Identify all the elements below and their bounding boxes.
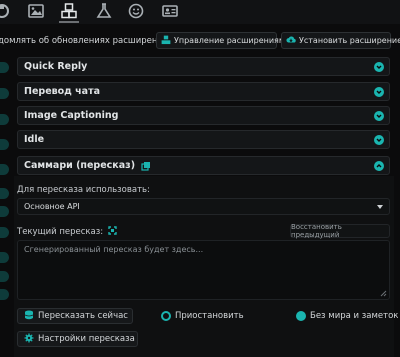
smile-icon[interactable] bbox=[128, 3, 144, 19]
no-world-info-checkbox[interactable]: Без мира и заметок bbox=[296, 311, 398, 321]
summary-settings-button[interactable]: Настройки пересказа bbox=[17, 331, 138, 347]
chevron-down-icon[interactable] bbox=[374, 135, 384, 145]
drawer-quick-reply[interactable]: Quick Reply bbox=[17, 57, 390, 76]
flask-icon[interactable] bbox=[96, 3, 112, 19]
chevron-down-icon[interactable] bbox=[374, 111, 384, 121]
drawer-title: Перевод чата bbox=[24, 86, 101, 97]
cloud-download-icon bbox=[286, 35, 296, 47]
rail-chevron[interactable] bbox=[0, 139, 9, 150]
summary-settings-label: Настройки пересказа bbox=[38, 334, 135, 344]
filled-circle-icon[interactable] bbox=[296, 311, 306, 321]
drawer-image-captioning[interactable]: Image Captioning bbox=[17, 106, 390, 125]
rail-chevron[interactable] bbox=[0, 164, 9, 175]
summary-source-value: Основное API bbox=[24, 202, 80, 211]
cubes-icon bbox=[161, 35, 171, 47]
expand-icon[interactable] bbox=[108, 226, 117, 235]
drawer-chat-translation[interactable]: Перевод чата bbox=[17, 82, 390, 101]
manage-extensions-label: Управление расширениями bbox=[174, 36, 291, 45]
current-summary-text: Текущий пересказ: bbox=[17, 227, 104, 237]
drawer-title: Саммари (пересказ) bbox=[24, 160, 136, 171]
pause-checkbox[interactable]: Приостановить bbox=[161, 311, 244, 321]
drawer-summarize[interactable]: Саммари (пересказ) bbox=[17, 156, 390, 175]
install-extension-button[interactable]: Установить расширение bbox=[281, 32, 400, 49]
manage-extensions-button[interactable]: Управление расширениями bbox=[156, 32, 290, 49]
no-world-info-label: Без мира и заметок bbox=[310, 311, 399, 321]
cubes-icon[interactable] bbox=[59, 3, 79, 23]
rail-chevron[interactable] bbox=[0, 252, 9, 263]
rail-chevron[interactable] bbox=[0, 289, 9, 300]
notify-updates-label[interactable]: домлять об обновлениях расширений bbox=[0, 36, 168, 46]
summary-source-select[interactable]: Основное API bbox=[17, 198, 390, 215]
summary-source-label: Для пересказа использовать: bbox=[17, 185, 150, 195]
check-circle-icon[interactable] bbox=[161, 311, 171, 321]
gear-icon bbox=[24, 333, 34, 346]
drawer-title: Quick Reply bbox=[24, 61, 88, 72]
summarize-now-button[interactable]: Пересказать сейчас bbox=[17, 308, 133, 324]
resize-grip-icon[interactable] bbox=[379, 289, 387, 297]
copy-icon[interactable] bbox=[141, 161, 151, 171]
chevron-down-icon[interactable] bbox=[374, 87, 384, 97]
id-card-icon[interactable] bbox=[162, 3, 178, 19]
install-extension-label: Установить расширение bbox=[299, 36, 400, 45]
drawer-idle[interactable]: Idle bbox=[17, 130, 390, 149]
rail-chevron[interactable] bbox=[0, 188, 9, 199]
rail-chevron[interactable] bbox=[0, 227, 9, 238]
summary-placeholder: Сгенерированный пересказ будет здесь... bbox=[24, 245, 204, 254]
pause-label: Приостановить bbox=[175, 311, 244, 321]
chevron-down-icon[interactable] bbox=[374, 62, 384, 72]
summarize-now-label: Пересказать сейчас bbox=[38, 311, 128, 321]
rail-chevron[interactable] bbox=[0, 271, 9, 282]
rail-chevron[interactable] bbox=[0, 62, 9, 73]
plug-icon[interactable] bbox=[0, 3, 10, 19]
summary-textarea[interactable]: Сгенерированный пересказ будет здесь... bbox=[17, 240, 390, 300]
top-icon-bar bbox=[0, 0, 400, 24]
rail-chevron[interactable] bbox=[0, 206, 9, 217]
drawer-title: Idle bbox=[24, 134, 45, 145]
chevron-up-icon[interactable] bbox=[374, 161, 384, 171]
drawer-title: Image Captioning bbox=[24, 110, 119, 121]
database-icon bbox=[24, 310, 34, 323]
current-summary-label: Текущий пересказ: bbox=[17, 226, 117, 237]
dropdown-arrow-icon bbox=[377, 205, 383, 209]
image-icon[interactable] bbox=[28, 3, 44, 19]
rail-chevron[interactable] bbox=[0, 88, 9, 99]
rail-chevron[interactable] bbox=[0, 114, 9, 125]
restore-previous-button[interactable]: Восстановить предыдущий bbox=[290, 223, 390, 239]
